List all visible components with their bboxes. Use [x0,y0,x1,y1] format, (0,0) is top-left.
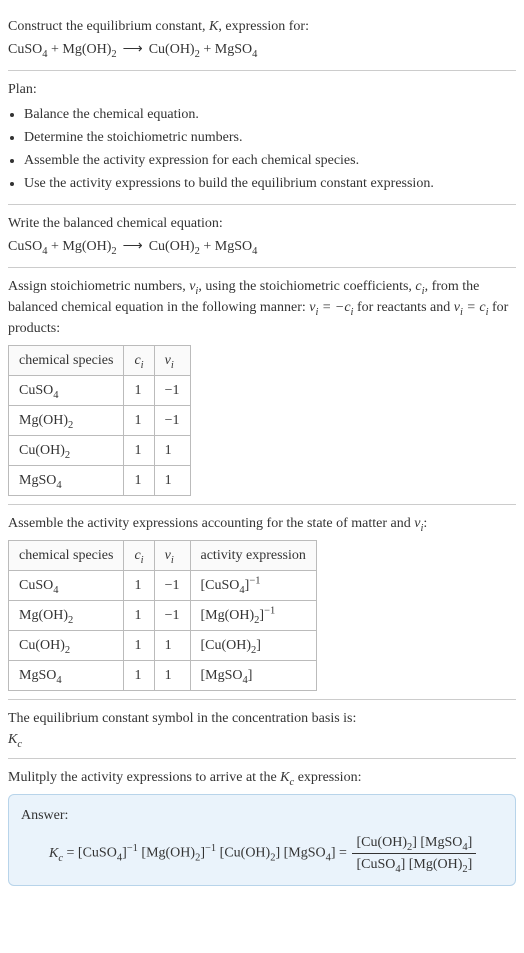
intro-line: Construct the equilibrium constant, K, e… [8,16,516,37]
cell-species: Cu(OH)2 [9,436,124,466]
assign-text-part: for reactants and [353,300,453,315]
cell-species: MgSO4 [9,466,124,496]
table-row: Mg(OH)2 1 −1 [Mg(OH)2]−1 [9,601,317,631]
balanced-section: Write the balanced chemical equation: Cu… [8,205,516,268]
assign-text-part: , using the stoichiometric coefficients, [198,279,415,294]
cell-nu: 1 [154,436,190,466]
cell-expr: [MgSO4] [190,661,316,691]
cell-nu: −1 [154,571,190,601]
cell-expr: [Mg(OH)2]−1 [190,601,316,631]
col-nu: νi [154,346,190,376]
cell-ci: 1 [124,406,154,436]
intro-section: Construct the equilibrium constant, K, e… [8,8,516,71]
table-header-row: chemical species ci νi [9,346,191,376]
col-species: chemical species [9,541,124,571]
symbol-section: The equilibrium constant symbol in the c… [8,700,516,759]
cell-nu: 1 [154,466,190,496]
activity-table: chemical species ci νi activity expressi… [8,540,317,691]
multiply-section: Mulitply the activity expressions to arr… [8,759,516,894]
cell-nu: 1 [154,631,190,661]
table-row: Cu(OH)2 1 1 [Cu(OH)2] [9,631,317,661]
table-row: MgSO4 1 1 [MgSO4] [9,661,317,691]
cell-expr: [CuSO4]−1 [190,571,316,601]
table-row: CuSO4 1 −1 [CuSO4]−1 [9,571,317,601]
symbol-value: Kc [8,729,516,750]
cell-nu: −1 [154,601,190,631]
cell-species: CuSO4 [9,571,124,601]
plan-list: Balance the chemical equation. Determine… [8,104,516,194]
activity-section: Assemble the activity expressions accoun… [8,505,516,700]
fraction-denominator: [CuSO4] [Mg(OH)2] [352,854,476,875]
col-expr: activity expression [190,541,316,571]
cell-expr: [Cu(OH)2] [190,631,316,661]
answer-label: Answer: [21,805,503,826]
plan-section: Plan: Balance the chemical equation. Det… [8,71,516,205]
balanced-equation: CuSO4 + Mg(OH)2⟶Cu(OH)2 + MgSO4 [8,236,516,257]
table-row: Cu(OH)2 1 1 [9,436,191,466]
cell-species: MgSO4 [9,661,124,691]
cell-ci: 1 [124,661,154,691]
multiply-heading: Mulitply the activity expressions to arr… [8,767,516,788]
cell-nu: −1 [154,376,190,406]
plan-item: Balance the chemical equation. [24,104,516,125]
assign-text: Assign stoichiometric numbers, νi, using… [8,276,516,339]
cell-nu: 1 [154,661,190,691]
fraction-numerator: [Cu(OH)2] [MgSO4] [352,832,476,854]
symbol-heading: The equilibrium constant symbol in the c… [8,708,516,729]
cell-species: Mg(OH)2 [9,601,124,631]
cell-ci: 1 [124,436,154,466]
col-ci: ci [124,346,154,376]
cell-ci: 1 [124,376,154,406]
intro-equation: CuSO4 + Mg(OH)2⟶Cu(OH)2 + MgSO4 [8,39,516,60]
cell-ci: 1 [124,571,154,601]
fraction: [Cu(OH)2] [MgSO4] [CuSO4] [Mg(OH)2] [352,832,476,875]
plan-item: Assemble the activity expression for eac… [24,150,516,171]
answer-expression: Kc = [CuSO4]−1 [Mg(OH)2]−1 [Cu(OH)2] [Mg… [21,826,503,875]
table-row: Mg(OH)2 1 −1 [9,406,191,436]
assign-text-part: Assign stoichiometric numbers, [8,279,189,294]
col-nu: νi [154,541,190,571]
cell-species: Mg(OH)2 [9,406,124,436]
activity-heading: Assemble the activity expressions accoun… [8,513,516,534]
plan-item: Use the activity expressions to build th… [24,173,516,194]
cell-species: Cu(OH)2 [9,631,124,661]
stoich-table: chemical species ci νi CuSO4 1 −1 Mg(OH)… [8,345,191,496]
col-ci: ci [124,541,154,571]
table-header-row: chemical species ci νi activity expressi… [9,541,317,571]
cell-species: CuSO4 [9,376,124,406]
col-species: chemical species [9,346,124,376]
cell-nu: −1 [154,406,190,436]
assign-section: Assign stoichiometric numbers, νi , using… [8,268,516,505]
table-row: MgSO4 1 1 [9,466,191,496]
answer-box: Answer: Kc = [CuSO4]−1 [Mg(OH)2]−1 [Cu(O… [8,794,516,886]
cell-ci: 1 [124,631,154,661]
plan-heading: Plan: [8,79,516,100]
cell-ci: 1 [124,466,154,496]
balanced-heading: Write the balanced chemical equation: [8,213,516,234]
table-row: CuSO4 1 −1 [9,376,191,406]
cell-ci: 1 [124,601,154,631]
plan-item: Determine the stoichiometric numbers. [24,127,516,148]
